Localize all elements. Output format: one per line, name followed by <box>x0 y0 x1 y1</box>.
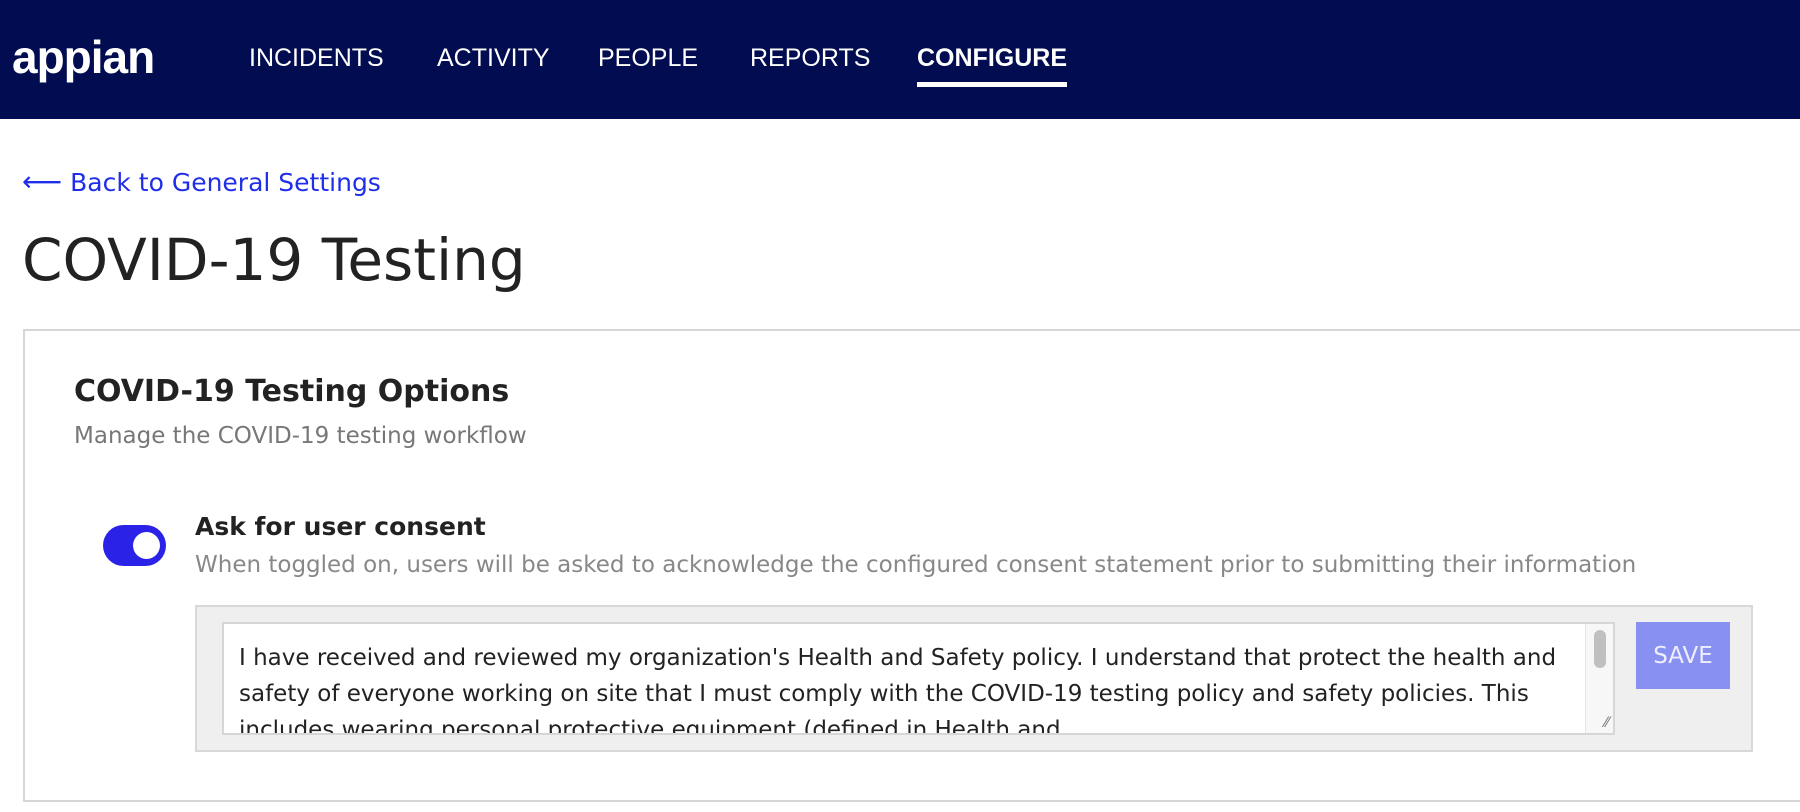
textarea-scrollbar[interactable]: ⁄⁄ <box>1585 624 1613 733</box>
nav-reports[interactable]: REPORTS <box>750 44 870 73</box>
resize-handle-icon[interactable]: ⁄⁄ <box>1604 715 1609 731</box>
consent-label: Ask for user consent <box>195 512 486 541</box>
scrollbar-thumb[interactable] <box>1594 630 1606 668</box>
consent-toggle[interactable] <box>103 525 166 566</box>
card-title: COVID-19 Testing Options <box>74 374 510 409</box>
page-title: COVID-19 Testing <box>22 226 526 294</box>
testing-options-card: COVID-19 Testing Options Manage the COVI… <box>23 329 1800 802</box>
consent-statement-panel: I have received and reviewed my organiza… <box>195 605 1753 752</box>
arrow-left-icon: ⟵ <box>22 165 63 198</box>
consent-statement-text: I have received and reviewed my organiza… <box>239 645 1557 735</box>
back-link[interactable]: ⟵ Back to General Settings <box>22 165 381 198</box>
nav-activity[interactable]: ACTIVITY <box>437 44 550 73</box>
nav-incidents[interactable]: INCIDENTS <box>249 44 384 73</box>
nav-people[interactable]: PEOPLE <box>598 44 698 73</box>
back-link-label: Back to General Settings <box>70 168 381 197</box>
card-subtitle: Manage the COVID-19 testing workflow <box>74 423 527 449</box>
consent-description: When toggled on, users will be asked to … <box>195 552 1637 578</box>
nav-configure[interactable]: CONFIGURE <box>917 44 1067 87</box>
toggle-knob <box>133 532 160 559</box>
top-nav: appian INCIDENTS ACTIVITY PEOPLE REPORTS… <box>0 0 1800 119</box>
appian-logo[interactable]: appian <box>12 30 155 84</box>
consent-statement-textarea[interactable]: I have received and reviewed my organiza… <box>222 622 1615 735</box>
save-button[interactable]: SAVE <box>1636 622 1730 689</box>
